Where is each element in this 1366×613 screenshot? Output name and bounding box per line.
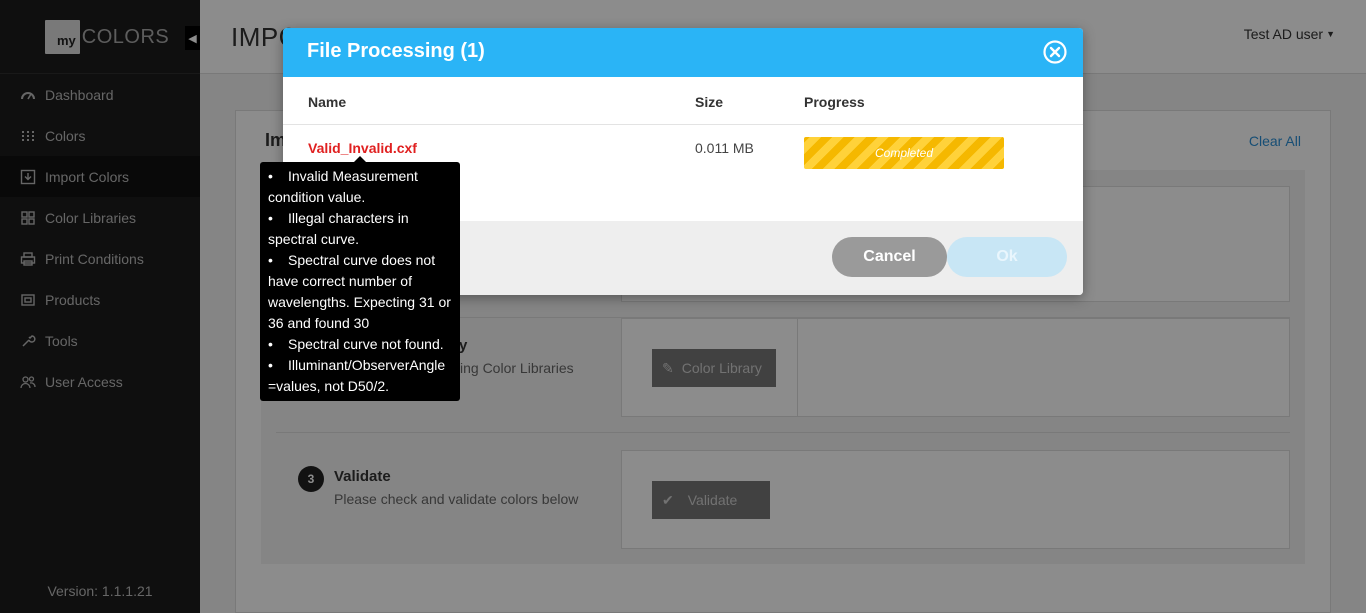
progress-status: Completed [874,146,934,160]
error-tooltip: • Invalid Measurement condition value. • I… [260,156,460,401]
tooltip-line: condition value. [268,189,366,205]
cancel-button[interactable]: Cancel [832,237,947,277]
tooltip-line: • Illegal characters in [268,210,409,226]
tooltip-line: • Invalid Measurement [268,168,418,184]
tooltip-line: have correct number of [268,273,412,289]
tooltip-line: wavelengths. Expecting 31 or [268,294,451,310]
column-name: Name [308,94,347,110]
column-size: Size [695,94,724,110]
close-icon[interactable] [1043,40,1067,64]
file-table-header: Name Size Progress [283,77,1083,125]
ok-button[interactable]: Ok [947,237,1067,277]
tooltip-line: • Spectral curve not found. [268,336,444,352]
file-name-link[interactable]: Valid_Invalid.cxf [308,140,417,156]
modal-title: File Processing (1) [307,40,485,62]
tooltip-line: • Illuminant/ObserverAngle [268,357,446,373]
modal-header: File Processing (1) [283,28,1083,77]
tooltip-line: =values, not D50/2. [268,378,390,394]
column-progress: Progress [804,94,865,110]
file-size: 0.011 MB [695,140,754,156]
tooltip-line: • Spectral curve does not [268,252,436,268]
tooltip-line: spectral curve. [268,231,360,247]
progress-bar: Completed [804,137,1004,169]
tooltip-line: 36 and found 30 [268,315,370,331]
